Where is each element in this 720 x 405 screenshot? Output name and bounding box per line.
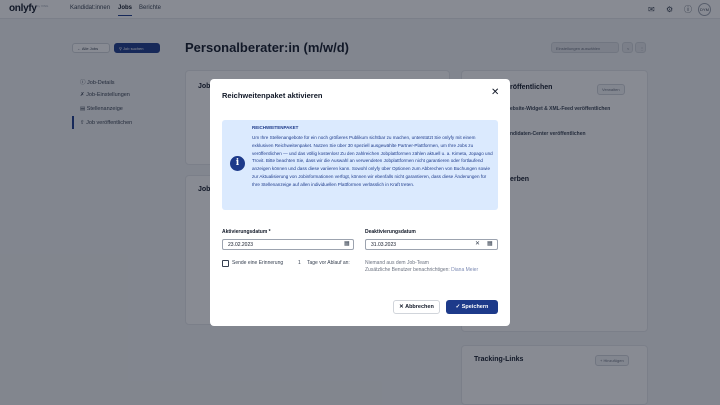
info-icon: i: [230, 156, 245, 171]
save-label: Speichern: [461, 304, 489, 310]
notify-extra-user[interactable]: Diana Meier: [451, 267, 478, 273]
close-icon[interactable]: ✕: [491, 88, 499, 98]
reminder-label: Sende eine Erinnerung: [232, 260, 284, 266]
info-text: Um Ihre Stellenangebote für ein noch grö…: [252, 135, 493, 187]
reminder-days-input[interactable]: 1: [298, 260, 301, 267]
deactivation-date-value: 31.03.2023: [371, 242, 397, 248]
calendar-icon[interactable]: ▦: [344, 239, 350, 250]
notify-extra-users: Zusätzliche Benutzer benachrichtigen: Di…: [365, 267, 478, 274]
activation-date-value: 23.02.2023: [228, 242, 254, 248]
notify-team-text: Niemand aus dem Job-Team: [365, 260, 429, 266]
cancel-button[interactable]: ✕ Abbrechen: [393, 300, 440, 314]
notify-extra-prefix: Zusätzliche Benutzer benachrichtigen:: [365, 267, 450, 273]
activation-date-label: Aktivierungsdatum *: [222, 229, 271, 235]
info-heading: REICHWEITENPAKET: [252, 125, 299, 130]
deactivation-date-label: Deaktivierungsdatum: [365, 229, 416, 235]
dialog-title: Reichweitenpaket aktivieren: [222, 91, 323, 100]
save-button[interactable]: ✓ Speichern: [446, 300, 498, 314]
clear-icon[interactable]: ✕: [475, 239, 480, 250]
reminder-checkbox[interactable]: [222, 260, 229, 267]
cancel-label: Abbrechen: [405, 304, 434, 310]
activation-date-input[interactable]: 23.02.2023: [222, 239, 354, 250]
reminder-suffix: Tage vor Ablauf an:: [307, 260, 350, 266]
calendar-icon[interactable]: ▦: [487, 239, 493, 250]
reach-package-dialog: Reichweitenpaket aktivieren ✕ i REICHWEI…: [210, 79, 510, 326]
